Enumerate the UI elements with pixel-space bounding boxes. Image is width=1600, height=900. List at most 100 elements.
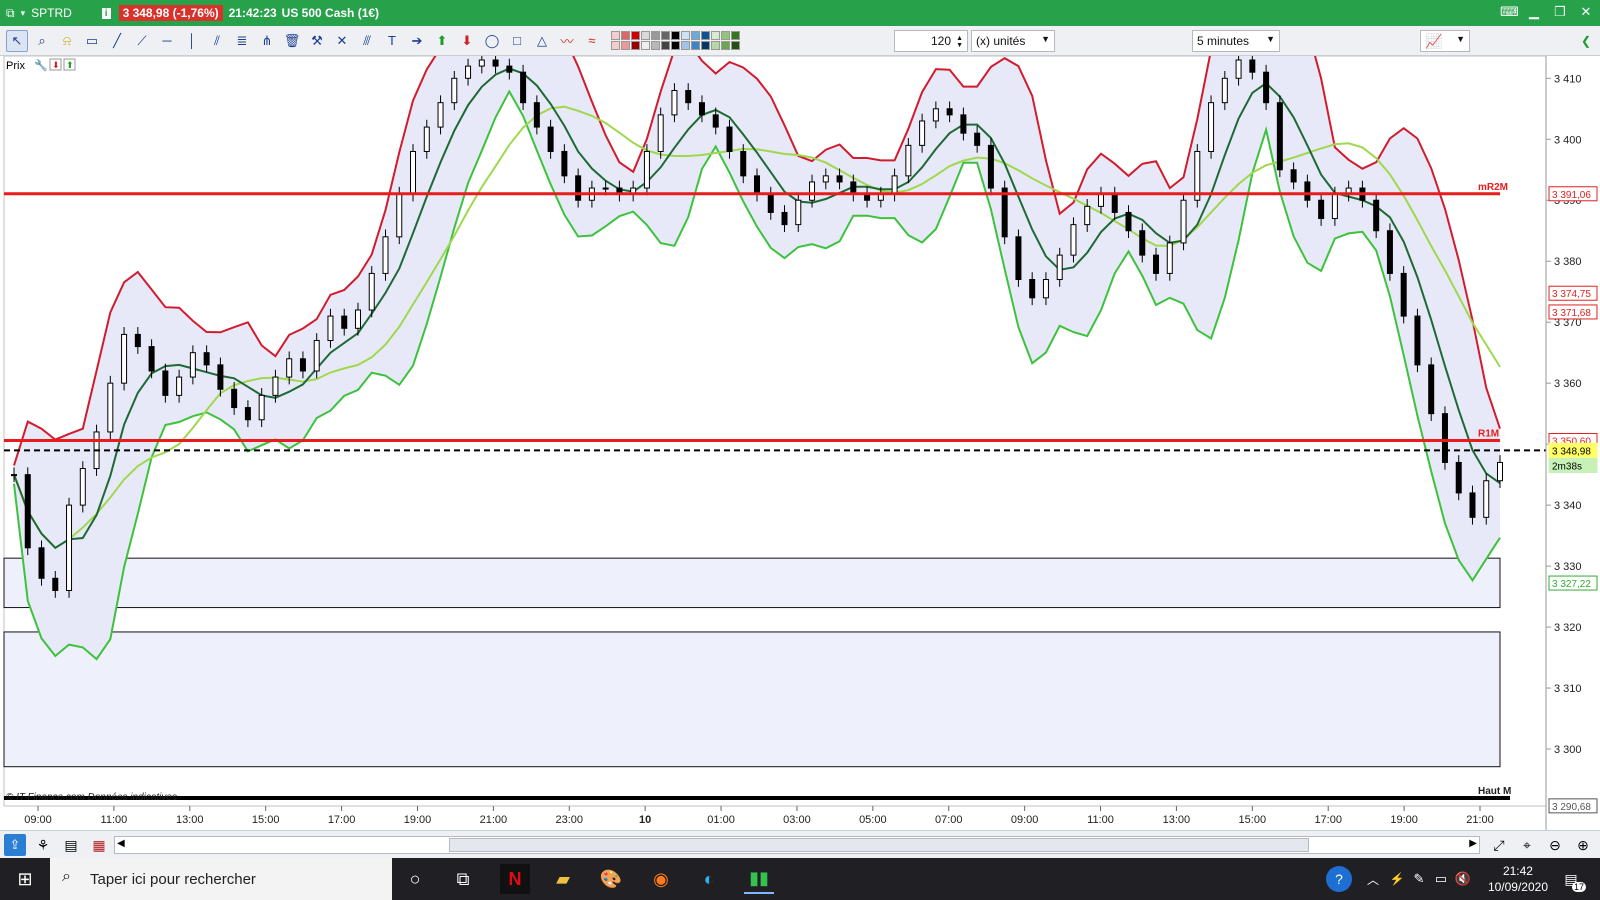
sidebar-toggle-icon[interactable]: ❮	[1577, 30, 1597, 52]
timeframe-select[interactable]: 5 minutes ▼	[1192, 30, 1280, 52]
zoom-fit-icon[interactable]: ⤢	[1488, 834, 1510, 856]
color-palette[interactable]	[611, 31, 740, 50]
candle-body	[1084, 205, 1091, 226]
clock-time-tray: 21:42	[1502, 864, 1533, 878]
units-quantity-input[interactable]: 120 ▲ ▼	[894, 30, 968, 52]
chart-type-select[interactable]: 📈 ▼	[1420, 30, 1470, 52]
share-icon[interactable]: ⇪	[4, 834, 26, 856]
color-swatch[interactable]	[711, 31, 720, 40]
symbol-label[interactable]: SPTRD	[31, 6, 72, 20]
fan-tool-icon[interactable]: ⋔	[256, 30, 278, 52]
color-swatch[interactable]	[711, 41, 720, 50]
color-swatch[interactable]	[721, 41, 730, 50]
vertical-line-tool-icon[interactable]: │	[181, 30, 203, 52]
text-tool-icon[interactable]: T	[381, 30, 403, 52]
wave-tool-icon[interactable]: 〰	[556, 30, 578, 52]
price-tag-label: 3 290,68	[1552, 802, 1591, 813]
color-swatch[interactable]	[611, 31, 620, 40]
help-icon[interactable]: ?	[1326, 866, 1352, 892]
hammer-icon[interactable]: ⚒	[306, 30, 328, 52]
list-icon[interactable]: ▤	[60, 834, 82, 856]
up-arrow-icon[interactable]: ⬆	[431, 30, 453, 52]
paint-icon[interactable]: 🎨	[596, 864, 626, 894]
taskbar-clock[interactable]: 21:42 10/09/2020	[1488, 863, 1548, 895]
trendline-tool-icon[interactable]: ╱	[106, 30, 128, 52]
scroll-right-icon[interactable]: ▶	[1469, 838, 1477, 849]
volume-muted-icon[interactable]: 🔇	[1448, 864, 1478, 894]
color-swatch[interactable]	[681, 41, 690, 50]
color-swatch[interactable]	[731, 41, 740, 50]
notification-center-icon[interactable]: ▤ 17	[1556, 864, 1586, 894]
units-select[interactable]: (x) unités ▼	[971, 30, 1055, 52]
color-swatch[interactable]	[691, 41, 700, 50]
candle-body	[602, 187, 609, 190]
chart-header-label: Prix	[6, 60, 25, 72]
color-swatch[interactable]	[731, 31, 740, 40]
channel-tool-icon[interactable]: ⫽	[206, 30, 228, 52]
file-explorer-icon[interactable]: ▰	[548, 864, 578, 894]
price-chart[interactable]: mR2MR1M 3 4103 4003 3903 3803 3703 3603 …	[0, 0, 1600, 830]
horizontal-line-tool-icon[interactable]: ─	[156, 30, 178, 52]
ray-tool-icon[interactable]: ⟋	[131, 30, 153, 52]
dropdown-icon[interactable]: ▾	[21, 8, 26, 19]
netflix-icon[interactable]: N	[500, 864, 530, 894]
down-arrow-icon[interactable]: ⬇	[456, 30, 478, 52]
prorealtime-icon[interactable]: ▮▮	[744, 864, 774, 894]
wrench-icon[interactable]: 🔧	[34, 58, 48, 72]
color-swatch[interactable]	[631, 41, 640, 50]
candle-body	[107, 382, 114, 433]
color-swatch[interactable]	[671, 41, 680, 50]
ruler-icon[interactable]: ▭	[81, 30, 103, 52]
edge-icon[interactable]: ◐	[694, 864, 724, 894]
restore-button[interactable]: ❐	[1552, 4, 1568, 20]
parallel-tool-icon[interactable]: ⫻	[356, 30, 378, 52]
color-swatch[interactable]	[721, 31, 730, 40]
cortana-icon[interactable]: ○	[400, 864, 430, 894]
arrow-tool-icon[interactable]: ➔	[406, 30, 428, 52]
fibonacci-tool-icon[interactable]: ≣	[231, 30, 253, 52]
color-swatch[interactable]	[641, 41, 650, 50]
color-swatch[interactable]	[631, 31, 640, 40]
color-swatch[interactable]	[681, 31, 690, 40]
info-icon[interactable]: i	[101, 7, 111, 19]
windows-start-icon[interactable]: ⊞	[10, 864, 40, 894]
trash-icon[interactable]: 🗑	[281, 30, 303, 52]
firefox-icon[interactable]: ◉	[646, 864, 676, 894]
color-swatch[interactable]	[661, 41, 670, 50]
rectangle-tool-icon[interactable]: □	[506, 30, 528, 52]
ellipse-tool-icon[interactable]: ◯	[481, 30, 503, 52]
color-swatch[interactable]	[621, 41, 630, 50]
keyboard-icon[interactable]: ⌨	[1500, 4, 1519, 20]
indicator-icon[interactable]: ⚘	[32, 834, 54, 856]
pattern-tool-icon[interactable]: ≈	[581, 30, 603, 52]
color-swatch[interactable]	[701, 41, 710, 50]
taskbar-search-box[interactable]: ⌕ Taper ici pour rechercher	[50, 858, 392, 900]
window-menu-icon[interactable]: ⧉	[6, 6, 15, 21]
pointer-tool-icon[interactable]: ↖	[6, 29, 28, 52]
task-view-icon[interactable]: ⧉	[448, 864, 478, 894]
scroll-thumb[interactable]	[449, 838, 1309, 852]
horizontal-scrollbar[interactable]: ◀ ▶	[114, 836, 1480, 854]
zoom-reset-icon[interactable]: ⌖	[1516, 834, 1538, 856]
color-swatch[interactable]	[701, 31, 710, 40]
color-swatch[interactable]	[651, 31, 660, 40]
zoom-tool-icon[interactable]: ⌕	[31, 30, 53, 52]
scroll-left-icon[interactable]: ◀	[117, 838, 125, 849]
alert-bell-icon[interactable]: ⍾	[56, 30, 78, 52]
color-swatch[interactable]	[671, 31, 680, 40]
x-tick-label: 11:00	[1087, 814, 1114, 826]
color-swatch[interactable]	[641, 31, 650, 40]
strategy-icon[interactable]: ▦	[88, 834, 110, 856]
color-swatch[interactable]	[661, 31, 670, 40]
color-swatch[interactable]	[621, 31, 630, 40]
zoom-in-icon[interactable]: ⊕	[1572, 834, 1594, 856]
crosshair-tool-icon[interactable]: ✕	[331, 30, 353, 52]
color-swatch[interactable]	[611, 41, 620, 50]
color-swatch[interactable]	[651, 41, 660, 50]
minimize-button[interactable]: ▁	[1526, 4, 1542, 20]
color-swatch[interactable]	[691, 31, 700, 40]
spinner-icon[interactable]: ▲ ▼	[956, 35, 963, 49]
zoom-out-icon[interactable]: ⊖	[1544, 834, 1566, 856]
triangle-tool-icon[interactable]: △	[531, 30, 553, 52]
close-button[interactable]: ✕	[1578, 4, 1594, 20]
